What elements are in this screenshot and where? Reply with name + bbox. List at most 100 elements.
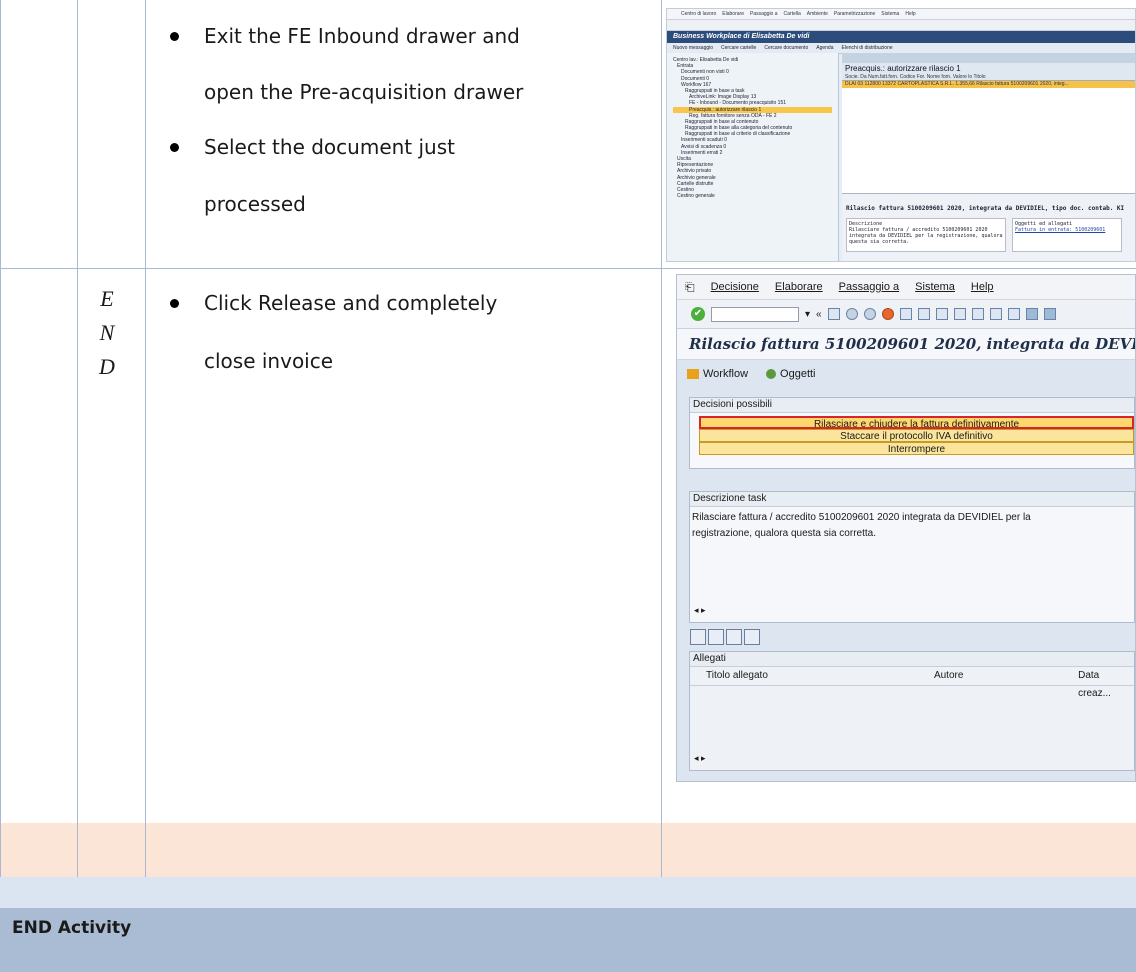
bullet-text: Click Release and completely bbox=[204, 291, 498, 315]
decisions-frame: Decisioni possibili Rilasciare e chiuder… bbox=[689, 397, 1135, 469]
cell-marker bbox=[78, 0, 146, 268]
s2-menu-item: Elaborare bbox=[774, 281, 823, 293]
last-page-icon bbox=[1007, 308, 1020, 320]
bullet-continuation: processed bbox=[204, 192, 306, 216]
tab-label: Workflow bbox=[703, 368, 749, 380]
objects-icon bbox=[766, 369, 777, 380]
scroll-arrows-icon: ◂ ▸ bbox=[694, 753, 706, 763]
exit-icon bbox=[863, 308, 876, 320]
table-row-3 bbox=[0, 823, 1136, 878]
s1-menu-item: Ambiente bbox=[806, 11, 828, 17]
tab-label: Oggetti bbox=[780, 368, 816, 380]
find-icon bbox=[917, 308, 930, 320]
col-author: Autore bbox=[933, 670, 964, 681]
task-description: Rilasciare fattura / accredito 510020960… bbox=[690, 507, 1134, 545]
cell-index bbox=[0, 268, 78, 823]
table-row-5 bbox=[0, 908, 1136, 972]
s2-menu-item: Decisione bbox=[710, 281, 759, 293]
s1-preview-title: Rilascio fattura 5100209601 2020, integr… bbox=[846, 205, 1125, 212]
end-activity-label: END Activity bbox=[12, 918, 132, 938]
s1-list-pane: Preacquis.: autorizzare rilascio 1 Socie… bbox=[842, 53, 1135, 261]
s1-menu-item: Cartella bbox=[783, 11, 801, 17]
prev-page-icon bbox=[971, 308, 984, 320]
bullet-text: Exit the FE Inbound drawer and bbox=[204, 24, 520, 48]
back-arrow-icon bbox=[845, 308, 858, 320]
command-field bbox=[711, 306, 799, 322]
new-session-icon bbox=[1025, 308, 1038, 320]
cell-index bbox=[0, 0, 78, 268]
s1-menubar: Centro di lavoro Elaborare Passaggio a C… bbox=[667, 9, 1135, 20]
s1-tool-item: Cercare cartelle bbox=[721, 45, 757, 51]
task-label: Descrizione task bbox=[690, 492, 1134, 507]
s1-title: Business Workplace di Elisabetta De vidi bbox=[667, 31, 1135, 43]
end-letter: E bbox=[100, 286, 114, 311]
cell-instructions: Click Release and completely close invoi… bbox=[146, 268, 662, 823]
next-page-icon bbox=[989, 308, 1002, 320]
s1-toolbar bbox=[667, 20, 1135, 31]
decision-cancel-button: Interrompere bbox=[699, 442, 1134, 455]
task-description-frame: Descrizione task Rilasciare fattura / ac… bbox=[689, 491, 1135, 623]
s1-menu-item: Elaborare bbox=[722, 11, 744, 17]
cell-empty bbox=[146, 823, 662, 877]
s1-folder-tree: Centro lav.: Elisabetta De vidi Entrata … bbox=[667, 53, 839, 261]
bullet-icon bbox=[170, 299, 179, 308]
task-text-line: registrazione, qualora questa sia corret… bbox=[692, 528, 876, 539]
s2-menubar: ⎗ Decisione Elaborare Passaggio a Sistem… bbox=[677, 275, 1135, 300]
decision-vat-button: Staccare il protocollo IVA definitivo bbox=[699, 429, 1134, 442]
s1-obj-link: Fattura in entrata: 5100209601 bbox=[1015, 227, 1106, 233]
bullet-icon bbox=[170, 32, 179, 41]
s1-tool-item: Cercare documento bbox=[764, 45, 809, 51]
col-date: Data creaz... bbox=[1078, 670, 1111, 699]
bullet-continuation: open the Pre-acquisition drawer bbox=[204, 80, 524, 104]
delete-attachment-icon bbox=[744, 629, 760, 645]
back-icon: « bbox=[816, 308, 822, 320]
first-page-icon bbox=[953, 308, 966, 320]
dropdown-icon: ▾ bbox=[805, 308, 811, 320]
s1-objects-box: Oggetti ed allegati Fattura in entrata: … bbox=[1012, 218, 1122, 252]
bullet-text: Select the document just bbox=[204, 135, 455, 159]
table-row-4 bbox=[0, 877, 1136, 908]
scroll-arrows-icon: ◂ ▸ bbox=[694, 605, 706, 615]
s2-menu-item: Sistema bbox=[915, 281, 955, 293]
bullet-item: Exit the FE Inbound drawer and bbox=[170, 23, 520, 49]
s1-tool-item: Nuovo messaggio bbox=[673, 45, 714, 51]
s1-menu-item: Sistema bbox=[881, 11, 900, 17]
bullet-item: Select the document just bbox=[170, 134, 455, 160]
attachment-toolbar bbox=[690, 629, 760, 647]
attachments-frame: Allegati Titolo allegato Autore Data cre… bbox=[689, 651, 1135, 771]
s2-menu-item: Passaggio a bbox=[838, 281, 900, 293]
bullet-continuation: close invoice bbox=[204, 349, 334, 373]
workflow-icon bbox=[687, 369, 699, 380]
s1-list-title: Preacquis.: autorizzare rilascio 1 bbox=[842, 63, 1135, 74]
check-icon: ✔ bbox=[691, 307, 705, 321]
s2-window-icon: ⎗ bbox=[685, 279, 695, 294]
bullet-item: Click Release and completely bbox=[170, 290, 498, 316]
decisions-label: Decisioni possibili bbox=[690, 398, 1134, 413]
s1-list-selected-row: DLAI 03 112800 13372 CARTOPLASTICA S.R.L… bbox=[842, 81, 1135, 88]
cell-empty bbox=[662, 823, 1136, 877]
s1-menu-item: Parametrizzazione bbox=[833, 11, 876, 17]
s1-menu-item: Help bbox=[905, 11, 916, 17]
tab-oggetti: Oggetti bbox=[766, 368, 816, 380]
create-attachment-icon bbox=[708, 629, 724, 645]
end-letter: N bbox=[99, 320, 115, 345]
sap-decision-screenshot: ⎗ Decisione Elaborare Passaggio a Sistem… bbox=[676, 274, 1136, 782]
end-vertical-label: E N D bbox=[92, 282, 122, 384]
shortcut-icon bbox=[1043, 308, 1056, 320]
attachments-label: Allegati bbox=[690, 652, 1134, 667]
s1-tool-item: Agenda bbox=[816, 45, 834, 51]
cell-marker: E N D bbox=[78, 268, 146, 823]
s1-preview-pane: Rilascio fattura 5100209601 2020, integr… bbox=[842, 193, 1135, 261]
edit-attachment-icon bbox=[726, 629, 742, 645]
s1-tool-item: Elenchi di distribuzione bbox=[841, 45, 893, 51]
s2-menu-item: Help bbox=[970, 281, 994, 293]
s2-title: Rilascio fattura 5100209601 2020, integr… bbox=[677, 329, 1135, 360]
cell-empty bbox=[0, 823, 78, 877]
s1-description-box: Descrizione Rilasciare fattura / accredi… bbox=[846, 218, 1006, 252]
decision-release-button: Rilasciare e chiudere la fattura definit… bbox=[699, 416, 1134, 430]
s1-list-toolbar bbox=[842, 53, 1135, 63]
s1-menu-item: Passaggio a bbox=[749, 11, 778, 17]
end-letter: D bbox=[99, 354, 115, 379]
bullet-icon bbox=[170, 143, 179, 152]
print-icon bbox=[899, 308, 912, 320]
